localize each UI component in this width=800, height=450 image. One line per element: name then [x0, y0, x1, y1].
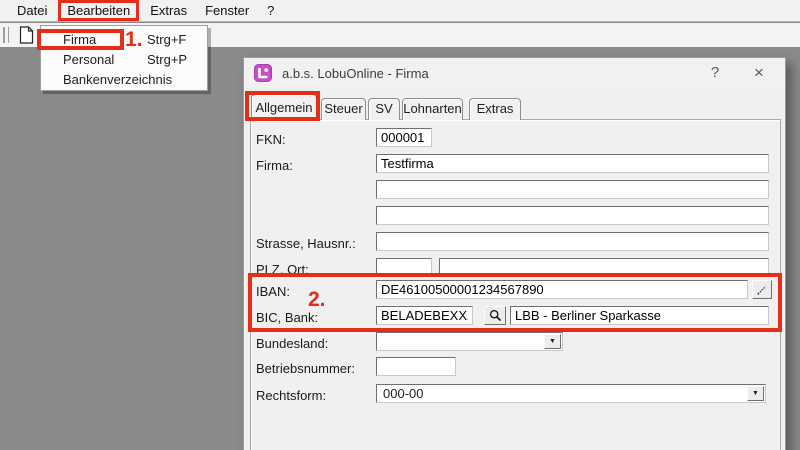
dialog-titlebar[interactable]: a.b.s. LobuOnline - Firma ? ×: [244, 58, 785, 88]
plz-ort-label: PLZ, Ort:: [256, 262, 374, 277]
tab-sv[interactable]: SV: [368, 98, 400, 120]
bundesland-select[interactable]: ▼: [376, 332, 563, 351]
bic-bank-label: BIC, Bank:: [256, 310, 374, 325]
strasse-input[interactable]: [376, 232, 769, 251]
menu-entry-personal[interactable]: Personal Strg+P: [41, 49, 207, 69]
tab-allgemein[interactable]: Allgemein: [251, 94, 317, 121]
menu-item-help[interactable]: ?: [258, 1, 283, 20]
menu-entry-label: Personal: [63, 52, 147, 67]
iban-edit-button[interactable]: [752, 280, 772, 299]
toolbar-separator: [8, 27, 9, 43]
menu-item-bearbeiten[interactable]: Bearbeiten: [58, 0, 139, 21]
edit-menu-dropdown: Firma Strg+F Personal Strg+P Bankenverze…: [40, 25, 208, 91]
menu-item-datei[interactable]: Datei: [8, 1, 56, 20]
menu-entry-label: Bankenverzeichnis: [63, 72, 172, 87]
fkn-label: FKN:: [256, 132, 374, 147]
new-document-icon: [19, 26, 34, 44]
pencil-icon: [756, 284, 768, 296]
menu-item-extras[interactable]: Extras: [141, 1, 196, 20]
rechtsform-select[interactable]: 000-00 ▼: [376, 384, 766, 403]
strasse-label: Strasse, Hausnr.:: [256, 236, 374, 251]
firma-label: Firma:: [256, 158, 374, 173]
dialog-help-button[interactable]: ?: [703, 62, 727, 84]
annotation-step-1: 1.: [125, 28, 143, 52]
rechtsform-label: Rechtsform:: [256, 388, 374, 403]
menu-entry-firma[interactable]: Firma Strg+F: [41, 29, 207, 49]
iban-input[interactable]: [376, 280, 748, 299]
menu-entry-shortcut: Strg+P: [147, 52, 197, 67]
tab-steuer[interactable]: Steuer: [321, 98, 366, 120]
app-window: Datei Bearbeiten Extras Fenster ? Firma …: [0, 0, 800, 450]
bic-search-button[interactable]: [484, 306, 506, 325]
firma-line3-input[interactable]: [376, 206, 769, 225]
toolbar-grip[interactable]: [3, 27, 5, 43]
bundesland-label: Bundesland:: [256, 336, 374, 351]
menu-item-fenster[interactable]: Fenster: [196, 1, 258, 20]
plz-input[interactable]: [376, 258, 432, 277]
chevron-down-icon[interactable]: ▼: [747, 386, 764, 401]
chevron-down-icon[interactable]: ▼: [544, 334, 561, 349]
firma-input[interactable]: [376, 154, 769, 173]
betriebsnummer-input[interactable]: [376, 357, 456, 376]
menu-entry-shortcut: Strg+F: [147, 32, 197, 47]
firma-dialog: a.b.s. LobuOnline - Firma ? × Allgemein …: [243, 57, 786, 450]
fkn-input[interactable]: [376, 128, 432, 147]
tab-lohnarten[interactable]: Lohnarten: [402, 98, 463, 120]
bank-name-input[interactable]: [510, 306, 769, 325]
new-document-button[interactable]: [15, 25, 37, 45]
ort-input[interactable]: [439, 258, 769, 277]
annotation-step-2: 2.: [308, 288, 326, 312]
rechtsform-value: 000-00: [383, 386, 423, 402]
dialog-close-button[interactable]: ×: [747, 62, 771, 84]
betriebsnummer-label: Betriebsnummer:: [256, 361, 374, 376]
dialog-title: a.b.s. LobuOnline - Firma: [282, 66, 429, 81]
firma-line2-input[interactable]: [376, 180, 769, 199]
bic-input[interactable]: [376, 306, 473, 325]
lobuonline-app-icon: [254, 64, 272, 82]
menu-bar: Datei Bearbeiten Extras Fenster ?: [0, 0, 800, 22]
menu-entry-bankenverzeichnis[interactable]: Bankenverzeichnis: [41, 69, 207, 89]
tab-extras[interactable]: Extras: [469, 98, 521, 120]
magnifier-icon: [489, 309, 502, 322]
